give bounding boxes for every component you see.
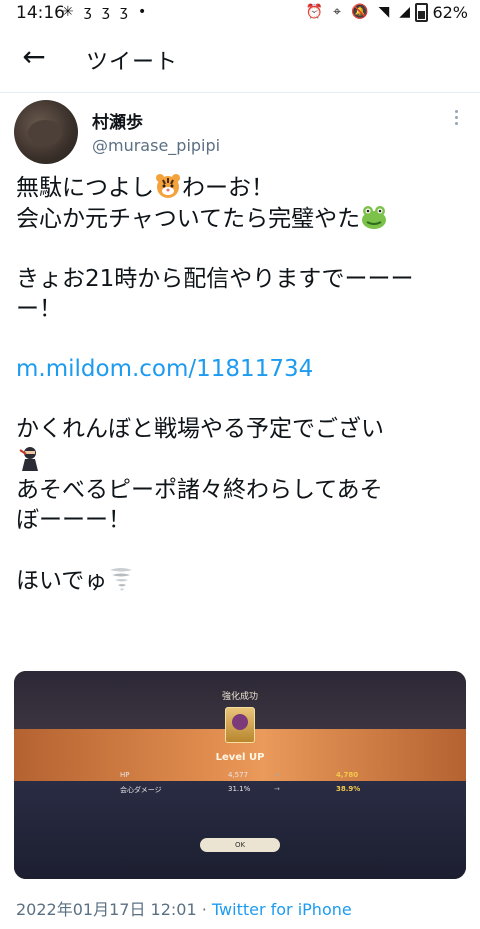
tweet-text: 無駄につよし わーお！ 会心か元チャついてたら完璧やた きょお21時から配信やりま… [16,172,466,596]
stat-new: 38.9% [336,785,361,793]
tweet-line: かくれんぼと戦場やる予定でござい [16,416,384,442]
tweet-text-segment: ほいでゅ [16,568,108,594]
app-icon: ʒ [101,4,110,20]
stat-new: 4,780 [336,771,359,779]
level-up-label: Level UP [215,752,265,763]
battery-level: 62% [432,3,468,22]
page-title: ツイート [86,50,179,75]
stat-label: HP [120,771,130,779]
app-icon: ʒ [83,4,92,20]
tweet-line [16,444,466,475]
tweet-text-segment: わーお！ [182,175,274,201]
frog-emoji-icon [362,206,387,229]
alarm-icon: ⏰ [305,4,324,20]
ninja-emoji-icon [19,447,38,471]
author-name[interactable]: 村瀬歩 [92,108,143,133]
mute-icon: 🔕 [351,4,369,20]
stat-label: 会心ダメージ [120,786,162,794]
tweet-line: ほいでゅ [16,565,466,596]
wifi-icon: ◥ [378,4,390,20]
tweet-line: あそべるピーポ諸々終わらしてあそ [16,477,383,503]
tornado-emoji-icon [110,568,133,591]
tweet-text-segment: 会心か元チャついてたら完璧やた [16,206,361,232]
tiger-emoji-icon [156,174,180,198]
tweet-line: ぼーーー！ [16,507,131,533]
signal-icon: ◢ [399,4,410,20]
tweet-line: ー！ [16,296,62,322]
author-handle[interactable]: @murase_pipipi [92,136,220,155]
separator: · [196,900,212,919]
stream-link[interactable]: m.mildom.com/11811734 [16,354,466,384]
more-options-icon[interactable] [446,110,466,130]
stat-old: 4,577 [228,771,249,779]
timestamp: 2022年01月17日 12:01 [16,900,197,919]
avatar[interactable] [14,100,78,164]
tweet-line: きょお21時から配信やりますでーーー [16,266,414,292]
arrow-icon: → [274,785,280,793]
tweet-line: 会心か元チャついてたら完璧やた [16,203,466,234]
stat-row: 会心ダメージ 31.1% → 38.9% [14,785,466,799]
source-link[interactable]: Twitter for iPhone [212,900,352,919]
notification-icons: ✳ ʒ ʒ ʒ • [62,4,146,20]
status-bar: 14:16 ✳ ʒ ʒ ʒ • ⏰ ⌖ 🔕 ◥ ◢ 62% [0,0,480,28]
dot-icon: • [138,4,147,20]
app-icon: ʒ [119,4,129,20]
stat-row: HP 4,577 → 4,780 [14,771,466,785]
stat-old: 31.1% [228,785,251,793]
slack-icon: ✳ [62,4,74,20]
location-icon: ⌖ [333,4,341,20]
status-time: 14:16 [16,3,65,23]
tweet-line: 無駄につよし わーお！ [16,172,466,203]
tweet-meta: 2022年01月17日 12:01 · Twitter for iPhone [16,896,352,920]
attached-image[interactable]: 強化成功 Level UP HP 4,577 → 4,780 会心ダメージ 31… [14,671,466,879]
game-title: 強化成功 [221,692,258,702]
divider [0,92,480,93]
arrow-icon: → [274,771,280,779]
ok-button: OK [200,838,280,852]
app-bar: ← ツイート [0,30,480,88]
battery-icon [415,3,429,22]
tweet-text-segment: 無駄につよし [16,175,154,201]
back-arrow-icon[interactable]: ← [18,42,50,74]
system-icons: ⏰ ⌖ 🔕 ◥ ◢ [306,4,410,20]
battery: 62% [415,3,468,22]
artifact-icon [225,707,255,743]
